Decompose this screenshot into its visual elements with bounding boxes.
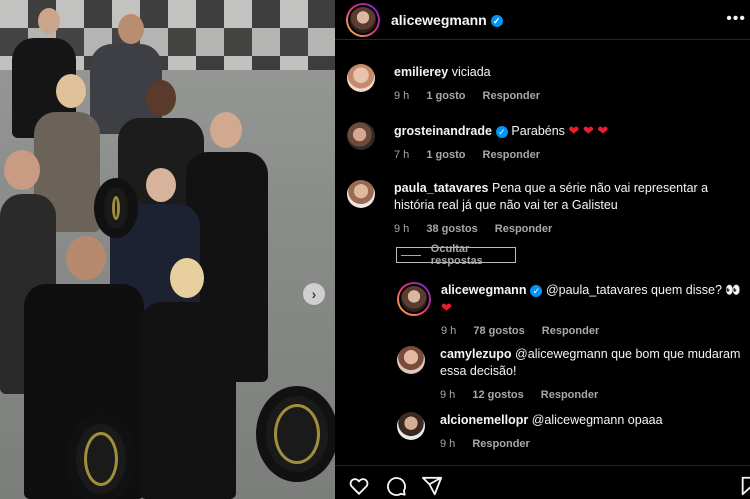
comment-likes[interactable]: 1 gosto bbox=[426, 90, 465, 102]
comment-likes[interactable]: 38 gostos bbox=[426, 223, 477, 235]
verified-badge-icon: ✓ bbox=[495, 125, 508, 138]
racing-tire bbox=[256, 386, 335, 482]
comment-item: emilierey viciada 9 h 1 gosto Responder bbox=[347, 64, 734, 105]
reply-time: 9 h bbox=[440, 389, 456, 401]
reply-username[interactable]: camylezupo bbox=[440, 347, 512, 361]
reply-text: @alicewegmann opaaa bbox=[531, 413, 663, 427]
reply-button[interactable]: Responder bbox=[483, 149, 540, 161]
author-username[interactable]: alicewegmann ✓ bbox=[391, 12, 503, 28]
comment-icon[interactable] bbox=[385, 475, 407, 497]
reply-time: 9 h bbox=[441, 325, 457, 337]
comment-username[interactable]: paula_tatavares bbox=[394, 181, 489, 195]
reply-meta: 9 h Responder bbox=[440, 436, 750, 453]
divider-line bbox=[401, 254, 421, 256]
comment-text: Parabéns bbox=[511, 124, 569, 138]
reply-likes[interactable]: 12 gostos bbox=[472, 389, 523, 401]
share-icon[interactable] bbox=[421, 475, 443, 497]
reply-item: alicewegmann ✓ @paula_tatavares quem diss… bbox=[397, 282, 750, 340]
reply-button[interactable]: Responder bbox=[472, 438, 529, 450]
reply-text: @paula_tatavares quem disse? 👀 bbox=[545, 283, 741, 297]
reply-username[interactable]: alcionemellopr bbox=[440, 413, 528, 427]
reply-username[interactable]: alicewegmann bbox=[441, 283, 526, 297]
reply-button[interactable]: Responder bbox=[541, 389, 598, 401]
post-image: › bbox=[0, 0, 335, 499]
replier-avatar[interactable] bbox=[397, 412, 425, 440]
author-avatar[interactable] bbox=[346, 2, 380, 37]
comment-time: 9 h bbox=[394, 223, 410, 235]
verified-badge-icon: ✓ bbox=[530, 284, 543, 297]
heart-icon[interactable] bbox=[348, 475, 370, 497]
comment-time: 9 h bbox=[394, 90, 410, 102]
comment-meta: 7 h 1 gosto Responder bbox=[394, 147, 734, 164]
hide-replies-button[interactable]: Ocultar respostas bbox=[396, 243, 516, 267]
replier-avatar[interactable] bbox=[397, 346, 425, 374]
comment-time: 7 h bbox=[394, 149, 410, 161]
comment-username[interactable]: emilierey bbox=[394, 65, 448, 79]
reply-button[interactable]: Responder bbox=[483, 90, 540, 102]
replier-avatar[interactable] bbox=[397, 282, 431, 316]
carousel-next-button[interactable]: › bbox=[303, 283, 325, 305]
reply-button[interactable]: Responder bbox=[542, 325, 599, 337]
reply-button[interactable]: Responder bbox=[495, 223, 552, 235]
comment-item: paula_tatavares Pena que a série não vai… bbox=[347, 180, 734, 238]
hide-replies-label: Ocultar respostas bbox=[430, 243, 483, 267]
commenter-avatar[interactable] bbox=[347, 122, 375, 150]
reply-item: camylezupo @alicewegmann que bom que mud… bbox=[397, 346, 750, 404]
more-options-icon[interactable]: ••• bbox=[726, 10, 746, 28]
reply-meta: 9 h 78 gostos Responder bbox=[441, 323, 750, 340]
reply-item: alcionemellopr @alicewegmann opaaa 9 h R… bbox=[397, 412, 750, 453]
racing-tire bbox=[66, 414, 136, 499]
post-header: alicewegmann ✓ ••• bbox=[335, 0, 750, 40]
heart-emoji-icon: ❤ ❤ ❤ bbox=[568, 123, 609, 138]
comment-item: grosteinandrade ✓ Parabéns ❤ ❤ ❤ 7 h 1 go… bbox=[347, 122, 734, 164]
commenter-avatar[interactable] bbox=[347, 64, 375, 92]
reply-meta: 9 h 12 gostos Responder bbox=[440, 387, 750, 404]
verified-badge-icon: ✓ bbox=[490, 14, 503, 27]
post-actions-bar bbox=[335, 465, 750, 499]
reply-likes[interactable]: 78 gostos bbox=[473, 325, 524, 337]
comment-meta: 9 h 38 gostos Responder bbox=[394, 221, 734, 238]
reply-time: 9 h bbox=[440, 438, 456, 450]
comment-meta: 9 h 1 gosto Responder bbox=[394, 88, 734, 105]
commenter-avatar[interactable] bbox=[347, 180, 375, 208]
comment-text: viciada bbox=[451, 65, 491, 79]
bookmark-icon[interactable] bbox=[739, 475, 750, 497]
comment-likes[interactable]: 1 gosto bbox=[426, 149, 465, 161]
author-username-text[interactable]: alicewegmann bbox=[391, 12, 487, 28]
racing-tire bbox=[94, 178, 138, 238]
comments-panel: alicewegmann ✓ ••• emilierey viciada 9 h … bbox=[335, 0, 750, 499]
comment-username[interactable]: grosteinandrade bbox=[394, 124, 492, 138]
heart-emoji-icon: ❤ bbox=[441, 300, 452, 315]
